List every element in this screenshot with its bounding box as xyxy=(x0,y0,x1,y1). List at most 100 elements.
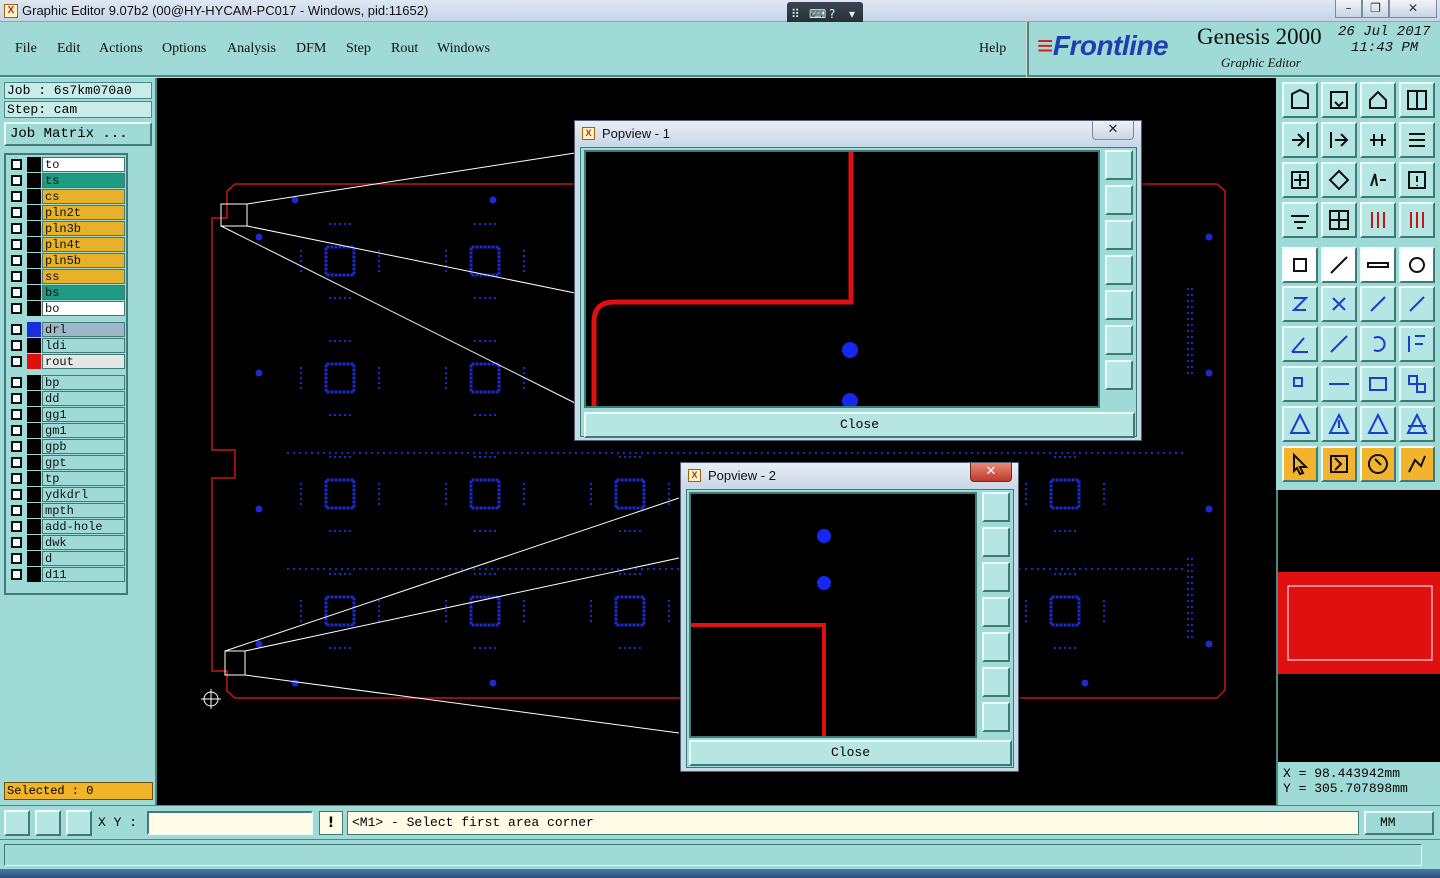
layer-row-d11[interactable]: d11 xyxy=(8,567,125,582)
layer-row-ldi[interactable]: ldi xyxy=(8,338,125,353)
layer-row-rout[interactable]: rout xyxy=(8,354,125,369)
layer-name[interactable]: gpb xyxy=(42,439,125,454)
intersect-icon[interactable] xyxy=(1321,286,1357,322)
select-arrow-icon[interactable] xyxy=(1282,446,1318,482)
layer-name[interactable]: ldi xyxy=(42,338,125,353)
layer-name[interactable]: ydkdrl xyxy=(42,487,125,502)
ruler-tool-icon[interactable] xyxy=(1282,202,1318,238)
close-icon[interactable]: ✕ xyxy=(1389,0,1437,18)
line-split-icon[interactable] xyxy=(1321,366,1357,402)
popview-1-window[interactable]: X Popview - 1 ✕ Close xyxy=(574,120,1142,441)
layer-row-d[interactable]: d xyxy=(8,551,125,566)
pan-down-icon[interactable] xyxy=(982,562,1010,592)
help-icon[interactable] xyxy=(1399,162,1435,198)
menu-edit[interactable]: Edit xyxy=(57,41,80,57)
close-icon[interactable]: ✕ xyxy=(1092,121,1134,140)
pan-down-icon[interactable] xyxy=(1105,220,1133,250)
measure-circle-icon[interactable] xyxy=(1399,247,1435,283)
flip-f-icon[interactable] xyxy=(1399,326,1435,362)
layer-row-gg1[interactable]: gg1 xyxy=(8,407,125,422)
layer-stack-red-icon[interactable] xyxy=(1360,202,1396,238)
popview-1-view[interactable] xyxy=(584,150,1100,409)
menu-options[interactable]: Options xyxy=(162,41,206,57)
overview-map[interactable] xyxy=(1276,490,1440,762)
layer-row-gm1[interactable]: gm1 xyxy=(8,423,125,438)
zoom-center-icon[interactable] xyxy=(982,702,1010,732)
connect-nodes-icon[interactable] xyxy=(1282,286,1318,322)
select-path-icon[interactable] xyxy=(1399,446,1435,482)
layer-checkbox[interactable] xyxy=(11,473,22,484)
layer-row-to[interactable]: to xyxy=(8,157,125,172)
minimize-icon[interactable]: – xyxy=(1335,0,1362,18)
layer-name[interactable]: pln3b xyxy=(42,221,125,236)
layer-checkbox[interactable] xyxy=(11,553,22,564)
layer-checkbox[interactable] xyxy=(11,207,22,218)
layer-checkbox[interactable] xyxy=(11,409,22,420)
pan-right-icon[interactable] xyxy=(982,632,1010,662)
layer-checkbox[interactable] xyxy=(11,521,22,532)
layer-row-pln4t[interactable]: pln4t xyxy=(8,237,125,252)
layer-name[interactable]: rout xyxy=(42,354,125,369)
layer-stack-icon[interactable] xyxy=(1399,202,1435,238)
layer-checkbox[interactable] xyxy=(11,159,22,170)
layer-row-drl[interactable]: drl xyxy=(8,322,125,337)
layer-name[interactable]: pln5b xyxy=(42,253,125,268)
layer-name[interactable]: dd xyxy=(42,391,125,406)
layer-checkbox[interactable] xyxy=(11,569,22,580)
layer-name[interactable]: bs xyxy=(42,285,125,300)
layer-name[interactable]: mpth xyxy=(42,503,125,518)
layer-name[interactable]: drl xyxy=(42,322,125,337)
menu-actions[interactable]: Actions xyxy=(99,41,143,57)
triangle-warn-icon[interactable] xyxy=(1282,406,1318,442)
measure-pad-icon[interactable] xyxy=(1282,247,1318,283)
layer-checkbox[interactable] xyxy=(11,239,22,250)
zoom-extents-icon[interactable] xyxy=(1282,162,1318,198)
export-icon[interactable] xyxy=(1282,82,1318,118)
popview-1-close-button[interactable]: Close xyxy=(584,412,1135,438)
menu-file[interactable]: File xyxy=(15,41,37,57)
layer-checkbox[interactable] xyxy=(11,287,22,298)
extend-line-icon[interactable] xyxy=(1399,286,1435,322)
pan-right-icon[interactable] xyxy=(1105,290,1133,320)
xy-input[interactable] xyxy=(147,811,313,835)
help-circle-icon[interactable]: ? xyxy=(829,7,835,21)
scale-1-2-icon[interactable] xyxy=(1360,162,1396,198)
popview-1-titlebar[interactable]: X Popview - 1 xyxy=(575,121,1141,145)
layer-name[interactable]: add-hole xyxy=(42,519,125,534)
layer-row-ydkdrl[interactable]: ydkdrl xyxy=(8,487,125,502)
popview-snap-icon[interactable] xyxy=(982,492,1010,522)
measure-ruler-icon[interactable] xyxy=(1360,247,1396,283)
window-layout-icon[interactable] xyxy=(1399,82,1435,118)
restore-icon[interactable]: ❐ xyxy=(1362,0,1389,18)
layer-row-tp[interactable]: tp xyxy=(8,471,125,486)
layer-row-mpth[interactable]: mpth xyxy=(8,503,125,518)
menu-help[interactable]: Help xyxy=(979,41,1006,57)
snap-angle-icon[interactable] xyxy=(35,810,61,836)
layer-checkbox[interactable] xyxy=(11,271,22,282)
pan-up-icon[interactable] xyxy=(1105,185,1133,215)
layer-row-pln5b[interactable]: pln5b xyxy=(8,253,125,268)
zoom-fit-icon[interactable] xyxy=(1105,325,1133,355)
dropdown-icon[interactable]: ▾ xyxy=(849,7,855,21)
layer-name[interactable]: cs xyxy=(42,189,125,204)
layer-row-pln3b[interactable]: pln3b xyxy=(8,221,125,236)
pan-left-icon[interactable] xyxy=(982,597,1010,627)
layer-checkbox[interactable] xyxy=(11,537,22,548)
menu-rout[interactable]: Rout xyxy=(391,41,418,57)
layer-checkbox[interactable] xyxy=(11,441,22,452)
layer-checkbox[interactable] xyxy=(11,303,22,314)
zoom-fit-icon[interactable] xyxy=(982,667,1010,697)
layer-name[interactable]: tp xyxy=(42,471,125,486)
layer-row-ss[interactable]: ss xyxy=(8,269,125,284)
grid-snap-icon[interactable] xyxy=(66,810,92,836)
layer-checkbox[interactable] xyxy=(11,175,22,186)
step-mirror-icon[interactable] xyxy=(1360,122,1396,158)
zoom-center-icon[interactable] xyxy=(1105,360,1133,390)
layer-name[interactable]: bp xyxy=(42,375,125,390)
layer-checkbox[interactable] xyxy=(11,489,22,500)
menu-windows[interactable]: Windows xyxy=(437,41,490,57)
unit-selector[interactable]: MM xyxy=(1364,811,1434,835)
layer-name[interactable]: pln4t xyxy=(42,237,125,252)
layer-name[interactable]: d11 xyxy=(42,567,125,582)
pan-left-icon[interactable] xyxy=(1105,255,1133,285)
